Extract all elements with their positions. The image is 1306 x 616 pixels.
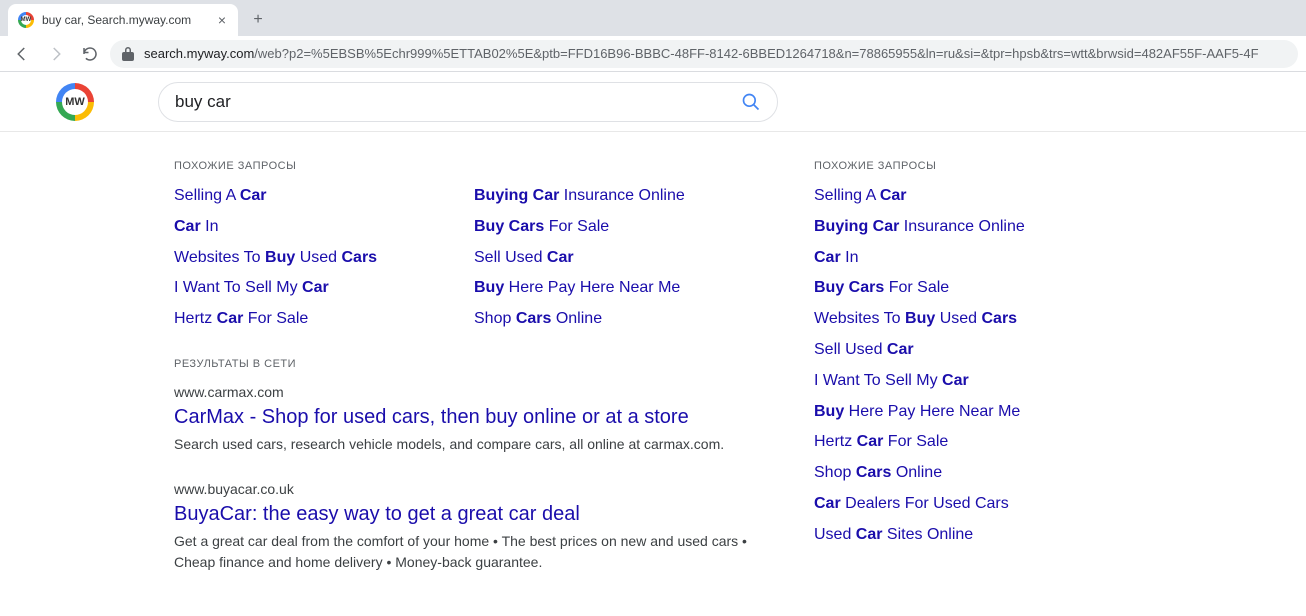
related-link[interactable]: I Want To Sell My Car [174,278,474,299]
related-link[interactable]: Buy Here Pay Here Near Me [814,402,1214,423]
result-snippet: Get a great car deal from the comfort of… [174,531,774,573]
related-link[interactable]: Car Dealers For Used Cars [814,494,1214,515]
related-link[interactable]: Shop Cars Online [814,463,1214,484]
result-title[interactable]: CarMax - Shop for used cars, then buy on… [174,404,814,430]
related-link[interactable]: Sell Used Car [814,340,1214,361]
related-link[interactable]: Car In [174,217,474,238]
related-link[interactable]: Selling A Car [814,186,1214,207]
related-link[interactable]: Hertz Car For Sale [174,309,474,330]
related-link[interactable]: Selling A Car [174,186,474,207]
related-link[interactable]: Car In [814,248,1214,269]
search-result: www.buyacar.co.uk BuyaCar: the easy way t… [174,481,814,573]
url-host: search.myway.com [144,46,254,61]
related-link[interactable]: Shop Cars Online [474,309,774,330]
result-url: www.buyacar.co.uk [174,481,814,497]
browser-tab-bar: buy car, Search.myway.com × + [0,0,1306,36]
related-link[interactable]: Hertz Car For Sale [814,432,1214,453]
related-link[interactable]: Websites To Buy Used Cars [814,309,1214,330]
arrow-left-icon [13,45,31,63]
url-path: /web?p2=%5EBSB%5Echr999%5ETTAB02%5E&ptb=… [254,46,1258,61]
related-heading: ПОХОЖИЕ ЗАПРОСЫ [174,160,814,172]
related-link[interactable]: Buy Cars For Sale [814,278,1214,299]
browser-toolbar: search.myway.com/web?p2=%5EBSB%5Echr999%… [0,36,1306,72]
address-bar[interactable]: search.myway.com/web?p2=%5EBSB%5Echr999%… [110,40,1298,68]
related-col-2: Buying Car Insurance Online Buy Cars For … [474,186,774,330]
tab-favicon [18,12,34,28]
related-link[interactable]: I Want To Sell My Car [814,371,1214,392]
page-content: ПОХОЖИЕ ЗАПРОСЫ Selling A Car Car In Websi… [0,72,1306,599]
close-icon[interactable]: × [216,12,228,28]
lock-icon [122,47,134,61]
sidebar-related-list: Selling A Car Buying Car Insurance Online… [814,186,1214,546]
result-url: www.carmax.com [174,384,814,400]
related-link[interactable]: Buying Car Insurance Online [814,217,1214,238]
related-link[interactable]: Buy Cars For Sale [474,217,774,238]
result-title[interactable]: BuyaCar: the easy way to get a great car… [174,501,814,527]
browser-tab[interactable]: buy car, Search.myway.com × [8,4,238,36]
related-link[interactable]: Sell Used Car [474,248,774,269]
search-icon [741,92,761,112]
search-result: www.carmax.com CarMax - Shop for used car… [174,384,814,455]
related-link[interactable]: Buying Car Insurance Online [474,186,774,207]
result-snippet: Search used cars, research vehicle model… [174,434,774,455]
arrow-right-icon [47,45,65,63]
back-button[interactable] [8,40,36,68]
sidebar-related-heading: ПОХОЖИЕ ЗАПРОСЫ [814,160,1214,172]
forward-button[interactable] [42,40,70,68]
web-results-heading: РЕЗУЛЬТАТЫ В СЕТИ [174,358,814,370]
related-col-1: Selling A Car Car In Websites To Buy Used … [174,186,474,330]
related-link[interactable]: Websites To Buy Used Cars [174,248,474,269]
tab-title: buy car, Search.myway.com [42,13,216,27]
url-text: search.myway.com/web?p2=%5EBSB%5Echr999%… [144,46,1259,61]
related-searches-grid: Selling A Car Car In Websites To Buy Used … [174,186,814,330]
content-area: ПОХОЖИЕ ЗАПРОСЫ Selling A Car Car In Websi… [0,132,1306,599]
search-button[interactable] [741,92,761,112]
site-logo[interactable] [56,83,94,121]
reload-button[interactable] [76,40,104,68]
reload-icon [81,45,99,63]
search-box [158,82,778,122]
related-link[interactable]: Used Car Sites Online [814,525,1214,546]
related-link[interactable]: Buy Here Pay Here Near Me [474,278,774,299]
results-list: www.carmax.com CarMax - Shop for used car… [174,384,814,573]
search-input[interactable] [175,92,741,112]
main-column: ПОХОЖИЕ ЗАПРОСЫ Selling A Car Car In Websi… [174,160,814,599]
sidebar-column: ПОХОЖИЕ ЗАПРОСЫ Selling A Car Buying Car … [814,160,1214,599]
new-tab-button[interactable]: + [244,6,272,34]
search-header [0,72,1306,132]
